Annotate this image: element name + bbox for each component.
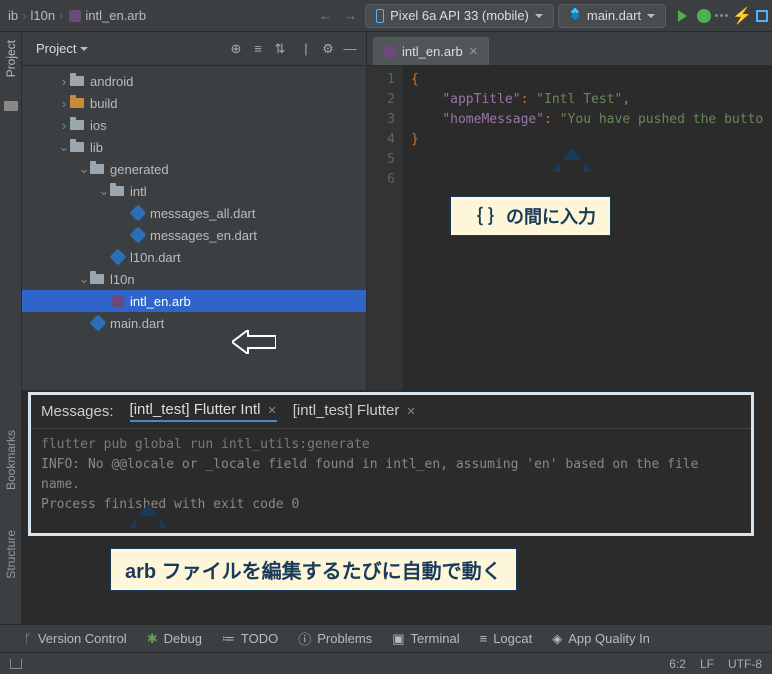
- close-tab-button[interactable]: ✕: [469, 45, 478, 58]
- bookmarks-tool-tab[interactable]: Bookmarks: [4, 430, 18, 490]
- expand-all-button[interactable]: ≡: [250, 41, 266, 57]
- chevron-down-icon: [535, 14, 543, 22]
- breadcrumb-folder: l10n: [30, 8, 55, 23]
- vcs-tool-button[interactable]: ᚶVersion Control: [24, 631, 127, 646]
- project-tool-tab[interactable]: Project: [4, 40, 18, 77]
- terminal-tool-button[interactable]: ▣Terminal: [392, 631, 459, 647]
- breadcrumb-root: ib: [8, 8, 18, 23]
- tree-folder-android[interactable]: ›android: [22, 70, 366, 92]
- annotation-arrow-icon: [128, 504, 168, 554]
- hide-panel-button[interactable]: —: [342, 41, 358, 57]
- annotation-label-1: ｛ ｝の間に入力: [450, 196, 611, 236]
- chevron-right-icon: ›: [59, 8, 63, 23]
- logcat-tool-button[interactable]: ≡Logcat: [480, 631, 533, 646]
- device-selector[interactable]: Pixel 6a API 33 (mobile): [365, 4, 554, 28]
- nav-forward-button[interactable]: →: [340, 8, 361, 23]
- status-bar: 6:2 LF UTF-8: [0, 652, 772, 674]
- tool-window-toggle-button[interactable]: [10, 659, 22, 669]
- tree-folder-generated[interactable]: ⌄generated: [22, 158, 366, 180]
- project-tree[interactable]: ›android ›build ›ios ⌄lib ⌄generated ⌄in…: [22, 66, 366, 390]
- tree-folder-build[interactable]: ›build: [22, 92, 366, 114]
- messages-tab-flutter-intl[interactable]: [intl_test] Flutter Intl ✕: [130, 401, 277, 422]
- app-quality-tool-button[interactable]: ◈App Quality In: [552, 631, 650, 647]
- console-line: flutter pub global run intl_utils:genera…: [41, 435, 741, 455]
- left-tool-strip-lower: Bookmarks Structure: [0, 390, 22, 644]
- tree-folder-ios[interactable]: ›ios: [22, 114, 366, 136]
- annotation-arrow-icon: [232, 330, 276, 354]
- more-actions-button[interactable]: [715, 14, 728, 17]
- collapse-all-button[interactable]: ⇅: [272, 41, 288, 57]
- arb-file-icon: [69, 10, 81, 22]
- run-button[interactable]: [678, 10, 693, 22]
- select-opened-file-button[interactable]: ⊕: [228, 41, 244, 57]
- project-panel: Project ⊕ ≡ ⇅ | ⚙ — ›android ›build ›ios…: [22, 32, 367, 390]
- device-label: Pixel 6a API 33 (mobile): [390, 8, 529, 23]
- tree-folder-intl[interactable]: ⌄intl: [22, 180, 366, 202]
- chevron-down-icon: [647, 14, 655, 22]
- todo-tool-button[interactable]: ≔TODO: [222, 631, 278, 647]
- bottom-tool-strip: ᚶVersion Control ✱Debug ≔TODO ⓘProblems …: [0, 624, 772, 652]
- top-toolbar: ib › l10n › intl_en.arb ← → Pixel 6a API…: [0, 0, 772, 32]
- structure-tool-tab[interactable]: Structure: [4, 530, 18, 579]
- nav-back-button[interactable]: ←: [315, 8, 336, 23]
- devtools-button[interactable]: [756, 10, 768, 22]
- tree-file-intl-en-arb[interactable]: intl_en.arb: [22, 290, 366, 312]
- tree-folder-l10n[interactable]: ⌄l10n: [22, 268, 366, 290]
- arb-file-icon: [384, 46, 396, 58]
- messages-tab-bar: Messages: [intl_test] Flutter Intl ✕ [in…: [31, 395, 751, 429]
- close-tab-button[interactable]: ✕: [403, 406, 415, 418]
- messages-label: Messages:: [41, 403, 114, 420]
- run-config-selector[interactable]: main.dart: [558, 4, 666, 28]
- left-tool-strip: Project: [0, 32, 22, 390]
- tree-file-messages-all[interactable]: messages_all.dart: [22, 202, 366, 224]
- tree-file-main-dart[interactable]: main.dart: [22, 312, 366, 334]
- run-config-label: main.dart: [587, 8, 641, 23]
- close-tab-button[interactable]: ✕: [264, 405, 276, 417]
- hot-reload-button[interactable]: ⚡: [732, 6, 752, 26]
- tree-folder-lib[interactable]: ⌄lib: [22, 136, 366, 158]
- problems-tool-button[interactable]: ⓘProblems: [298, 629, 372, 648]
- divider: |: [298, 41, 314, 57]
- breadcrumb-file: intl_en.arb: [85, 8, 146, 23]
- chevron-right-icon: ›: [22, 8, 26, 23]
- editor-tab-label: intl_en.arb: [402, 44, 463, 59]
- annotation-label-2: arb ファイルを編集するたびに自動で動く: [110, 548, 517, 591]
- flutter-icon: [566, 7, 583, 24]
- file-encoding[interactable]: UTF-8: [728, 657, 762, 671]
- tree-file-l10n-dart[interactable]: l10n.dart: [22, 246, 366, 268]
- editor-tab-intl-en[interactable]: intl_en.arb ✕: [373, 37, 489, 65]
- tree-file-messages-en[interactable]: messages_en.dart: [22, 224, 366, 246]
- settings-button[interactable]: ⚙: [320, 41, 336, 57]
- console-line: INFO: No @@locale or _locale field found…: [41, 455, 741, 495]
- caret-position[interactable]: 6:2: [669, 657, 686, 671]
- folder-icon[interactable]: [4, 101, 18, 111]
- project-view-selector[interactable]: Project: [36, 41, 88, 56]
- breadcrumb[interactable]: ib › l10n › intl_en.arb: [4, 8, 150, 23]
- debug-tool-button[interactable]: ✱Debug: [147, 631, 202, 647]
- line-gutter: 123456: [367, 66, 403, 390]
- annotation-arrow-icon: [552, 148, 592, 198]
- phone-icon: [376, 9, 384, 23]
- editor-tab-bar: intl_en.arb ✕: [367, 32, 772, 66]
- project-panel-header: Project ⊕ ≡ ⇅ | ⚙ —: [22, 32, 366, 66]
- chevron-down-icon: [80, 47, 88, 55]
- messages-tab-flutter[interactable]: [intl_test] Flutter ✕: [293, 402, 416, 421]
- debug-button[interactable]: [697, 9, 711, 23]
- line-separator[interactable]: LF: [700, 657, 714, 671]
